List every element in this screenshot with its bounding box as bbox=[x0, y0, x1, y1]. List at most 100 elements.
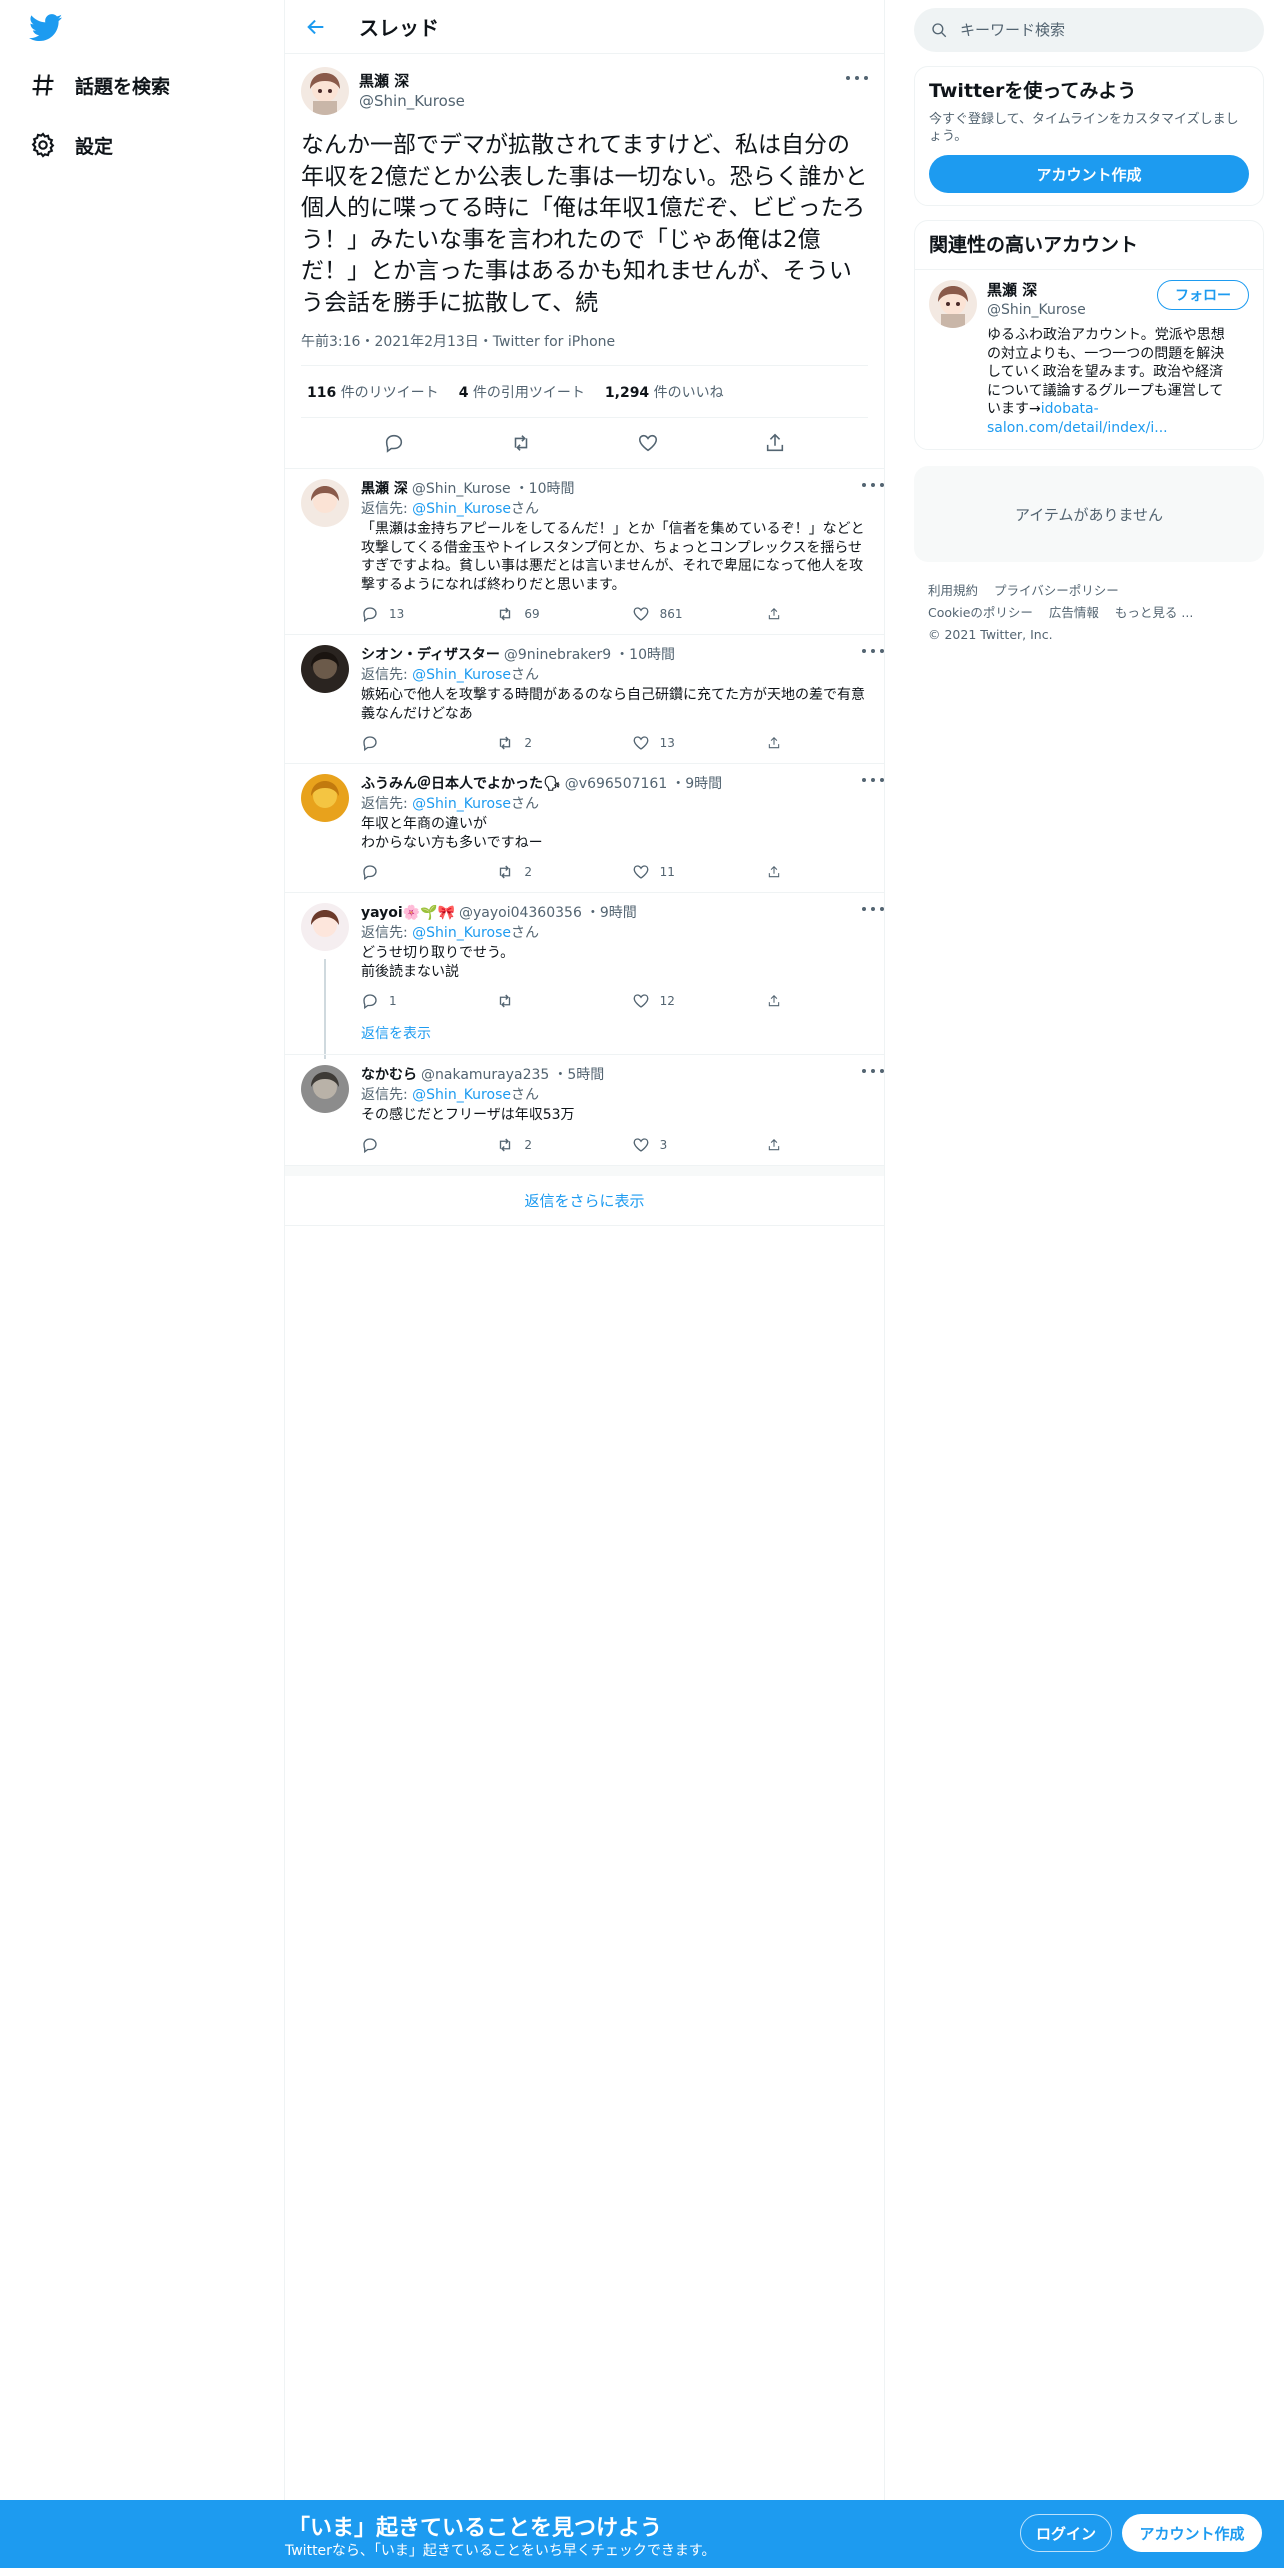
like-button[interactable]: 3 bbox=[632, 1136, 732, 1154]
reply-author-handle[interactable]: @yayoi04360356 bbox=[459, 905, 582, 921]
reply-time[interactable]: ・9時間 bbox=[586, 905, 637, 921]
reply-tweet[interactable]: 黒瀬 深 @Shin_Kurose ・10時間 返信先: @Shin_Kuroseさ… bbox=[285, 469, 884, 635]
more-options-icon[interactable] bbox=[846, 72, 868, 84]
reply-to-handle[interactable]: @Shin_Kurose bbox=[412, 667, 511, 683]
retweet-button[interactable]: 2 bbox=[496, 734, 596, 752]
more-options-icon[interactable] bbox=[862, 645, 884, 657]
retweet-button[interactable]: 69 bbox=[496, 605, 596, 623]
reply-tweet[interactable]: yayoi🌸🌱🎀 @yayoi04360356 ・9時間 返信先: @Shin_Ku… bbox=[285, 893, 884, 1059]
retweet-count[interactable]: 116 件のリツイート bbox=[307, 382, 439, 402]
retweet-button[interactable] bbox=[496, 992, 596, 1010]
reply-tweet[interactable]: シオン・ディザスター @9ninebraker9 ・10時間 返信先: @Shin_… bbox=[285, 635, 884, 764]
tweet-meta[interactable]: 午前3:16・2021年2月13日・Twitter for iPhone bbox=[301, 331, 868, 366]
follow-button[interactable]: フォロー bbox=[1157, 280, 1249, 310]
reply-actions: 2 11 bbox=[361, 852, 791, 892]
reply-to-handle[interactable]: @Shin_Kurose bbox=[412, 1087, 511, 1103]
share-button[interactable] bbox=[767, 734, 791, 752]
reply-tweet[interactable]: なかむら @nakamuraya235 ・5時間 返信先: @Shin_Kurose… bbox=[285, 1055, 884, 1166]
reply-author-handle[interactable]: @9ninebraker9 bbox=[504, 647, 611, 663]
reply-author-name[interactable]: yayoi🌸🌱🎀 bbox=[361, 905, 455, 921]
author-handle[interactable]: @Shin_Kurose bbox=[359, 91, 465, 111]
reply-author-name[interactable]: シオン・ディザスター bbox=[361, 647, 500, 663]
footer-link-terms[interactable]: 利用規約 bbox=[928, 580, 978, 602]
author-name[interactable]: 黒瀬 深 bbox=[359, 71, 465, 91]
reply-tweet[interactable]: ふうみん＠日本人でよかった🗣 @v696507161 ・9時間 返信先: @Shin… bbox=[285, 764, 884, 893]
share-icon[interactable] bbox=[763, 431, 787, 455]
reply-author-handle[interactable]: @Shin_Kurose bbox=[412, 481, 511, 497]
retweet-icon bbox=[500, 607, 511, 621]
avatar[interactable] bbox=[301, 479, 349, 527]
bottom-bar-title: 「いま」起きていることを見つけよう bbox=[288, 2516, 663, 2541]
twitter-bird-icon[interactable] bbox=[29, 14, 63, 42]
footer-link-cookies[interactable]: Cookieのポリシー bbox=[928, 602, 1033, 624]
share-button[interactable] bbox=[767, 605, 791, 623]
reply-time[interactable]: ・10時間 bbox=[515, 481, 575, 497]
reply-icon bbox=[363, 994, 377, 1010]
share-button[interactable] bbox=[767, 992, 791, 1010]
reply-author-name[interactable]: ふうみん＠日本人でよかった🗣 bbox=[361, 776, 561, 792]
more-options-icon[interactable] bbox=[862, 479, 884, 491]
reply-icon[interactable] bbox=[382, 431, 406, 455]
page-title: スレッド bbox=[359, 16, 439, 40]
reply-button[interactable] bbox=[361, 863, 461, 881]
more-options-icon[interactable] bbox=[862, 774, 884, 786]
like-icon[interactable] bbox=[636, 431, 660, 455]
login-button[interactable]: ログイン bbox=[1020, 2514, 1112, 2552]
like-button[interactable]: 11 bbox=[632, 863, 732, 881]
avatar[interactable] bbox=[301, 774, 349, 822]
retweet-icon[interactable] bbox=[509, 431, 533, 455]
show-replies-link[interactable]: 返信を表示 bbox=[361, 1023, 431, 1043]
quote-count[interactable]: 4 件の引用ツイート bbox=[459, 382, 585, 402]
avatar[interactable] bbox=[301, 1065, 349, 1113]
avatar[interactable] bbox=[301, 67, 349, 115]
avatar[interactable] bbox=[929, 280, 977, 328]
register-button[interactable]: アカウント作成 bbox=[1122, 2514, 1262, 2552]
share-button[interactable] bbox=[767, 1136, 791, 1154]
related-account[interactable]: 黒瀬 深 @Shin_Kurose ゆるふわ政治アカウント。党派や思想の対立より… bbox=[915, 270, 1263, 449]
reply-time[interactable]: ・5時間 bbox=[553, 1067, 604, 1083]
signup-button[interactable]: アカウント作成 bbox=[929, 155, 1249, 193]
share-icon bbox=[768, 608, 780, 620]
reply-button[interactable]: 1 bbox=[361, 992, 461, 1010]
footer-link-more[interactable]: もっと見る ... bbox=[1115, 602, 1193, 624]
like-button[interactable]: 12 bbox=[632, 992, 732, 1010]
bottom-signup-bar: 「いま」起きていることを見つけよう Twitterなら、「いま」起きていることを… bbox=[0, 2500, 1284, 2568]
footer-link-ads[interactable]: 広告情報 bbox=[1049, 602, 1099, 624]
reply-to-line: 返信先: @Shin_Kuroseさん bbox=[361, 1087, 539, 1103]
reply-button[interactable]: 13 bbox=[361, 605, 461, 623]
reply-time[interactable]: ・10時間 bbox=[615, 647, 675, 663]
nav-settings[interactable]: 設定 bbox=[29, 125, 113, 165]
retweet-button[interactable]: 2 bbox=[496, 1136, 596, 1154]
nav-settings-label: 設定 bbox=[75, 135, 114, 158]
related-accounts-card: 関連性の高いアカウント 黒瀬 深 @Shin_Kurose ゆるふわ政治アカウン… bbox=[914, 220, 1264, 450]
reply-to-handle[interactable]: @Shin_Kurose bbox=[412, 796, 511, 812]
avatar[interactable] bbox=[301, 645, 349, 693]
like-icon bbox=[633, 1137, 649, 1152]
show-more-replies-button[interactable]: 返信をさらに表示 bbox=[285, 1165, 884, 1226]
nav-explore[interactable]: 話題を検索 bbox=[29, 65, 170, 105]
more-options-icon[interactable] bbox=[862, 1065, 884, 1077]
more-options-icon[interactable] bbox=[862, 903, 884, 915]
reply-time[interactable]: ・9時間 bbox=[671, 776, 722, 792]
reply-button[interactable] bbox=[361, 1136, 461, 1154]
avatar[interactable] bbox=[301, 903, 349, 951]
like-button[interactable]: 861 bbox=[632, 605, 732, 623]
reply-to-handle[interactable]: @Shin_Kurose bbox=[412, 925, 511, 941]
reply-to-handle[interactable]: @Shin_Kurose bbox=[412, 501, 511, 517]
reply-button[interactable] bbox=[361, 734, 461, 752]
share-button[interactable] bbox=[767, 863, 791, 881]
back-arrow-icon[interactable] bbox=[301, 12, 331, 42]
tweet-text: なんか一部でデマが拡散されてますけど、私は自分の年収を2億だとか公表した事は一切… bbox=[301, 132, 868, 316]
reply-author-name[interactable]: なかむら bbox=[361, 1067, 417, 1083]
search-input[interactable] bbox=[960, 21, 1240, 39]
like-button[interactable]: 13 bbox=[632, 734, 732, 752]
reply-author-name[interactable]: 黒瀬 深 bbox=[361, 481, 408, 497]
like-count[interactable]: 1,294 件のいいね bbox=[605, 382, 724, 402]
footer-link-privacy[interactable]: プライバシーポリシー bbox=[994, 580, 1119, 602]
search-box[interactable] bbox=[914, 8, 1264, 52]
tweet-stats: 116 件のリツイート 4 件の引用ツイート 1,294 件のいいね bbox=[301, 366, 868, 418]
retweet-button[interactable]: 2 bbox=[496, 863, 596, 881]
reply-author-handle[interactable]: @nakamuraya235 bbox=[421, 1067, 549, 1083]
reply-author-handle[interactable]: @v696507161 bbox=[565, 776, 667, 792]
like-count: 11 bbox=[659, 865, 675, 879]
